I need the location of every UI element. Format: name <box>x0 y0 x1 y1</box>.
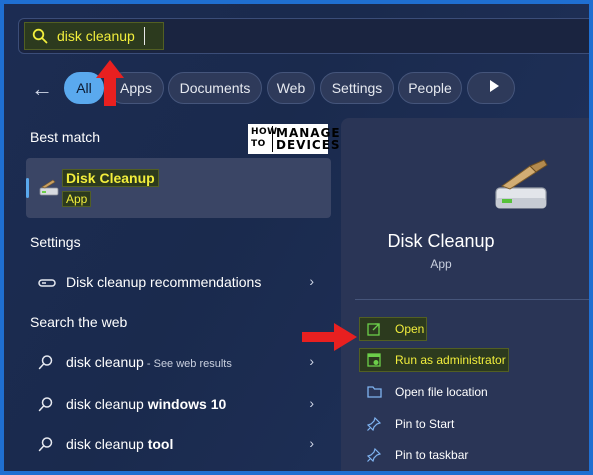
run-as-administrator-label: Run as administrator <box>395 353 506 367</box>
open-action[interactable]: Open <box>359 317 427 341</box>
watermark-text: HOW <box>251 127 278 137</box>
result-text: disk cleanup <box>66 396 148 412</box>
web-heading: Search the web <box>30 314 128 330</box>
watermark-divider <box>272 126 273 152</box>
text-caret <box>144 27 145 45</box>
result-text-rest: recommendations <box>146 274 262 290</box>
result-text: disk cleanup <box>66 354 144 370</box>
annotation-arrow-right <box>302 323 357 351</box>
chevron-right-icon[interactable]: › <box>309 435 314 451</box>
search-icon <box>38 397 53 412</box>
pin-to-taskbar-action[interactable]: Pin to taskbar <box>359 443 559 467</box>
selection-indicator <box>26 178 29 198</box>
result-text: disk cleanup <box>66 436 148 452</box>
web-result[interactable]: disk cleanup windows 10 › <box>34 390 324 420</box>
pin-icon <box>367 448 381 462</box>
open-file-location-label: Open file location <box>395 385 488 399</box>
preview-app-name: Disk Cleanup <box>387 231 495 251</box>
web-result-label: disk cleanup - See web results <box>66 354 232 370</box>
chevron-right-icon[interactable]: › <box>309 273 314 289</box>
disk-cleanup-icon <box>495 159 548 209</box>
more-options-icon[interactable]: ⋮ <box>584 78 589 99</box>
divider <box>355 299 589 300</box>
start-search-window: disk cleanup ← All Apps Documents Web Se… <box>0 0 593 475</box>
admin-shield-icon <box>367 353 381 367</box>
result-text: Disk cleanup <box>66 274 147 290</box>
search-input[interactable]: disk cleanup <box>57 28 135 44</box>
best-match-subtitle: App <box>62 191 92 207</box>
annotation-arrow-up <box>96 60 124 106</box>
open-file-location-action[interactable]: Open file location <box>359 380 559 404</box>
tab-documents[interactable]: Documents <box>168 72 262 104</box>
result-text-bold: windows 10 <box>147 396 227 412</box>
result-text-bold: tool <box>147 436 174 452</box>
watermark-text: DEVICES <box>276 138 341 152</box>
disk-cleanup-icon <box>39 179 59 196</box>
tab-people[interactable]: People <box>398 72 462 104</box>
chevron-right-icon[interactable]: › <box>309 353 314 369</box>
watermark-logo: HOW TO MANAGE DEVICES <box>248 124 340 154</box>
search-icon <box>38 355 53 370</box>
settings-result-label: Disk cleanup recommendations <box>66 274 261 290</box>
pin-to-start-label: Pin to Start <box>395 417 455 431</box>
chevron-right-icon[interactable]: › <box>309 395 314 411</box>
watermark-text: TO <box>251 139 266 149</box>
result-hint: - See web results <box>143 358 232 370</box>
open-label: Open <box>395 322 425 336</box>
run-as-administrator-action[interactable]: Run as administrator <box>359 348 509 372</box>
search-icon <box>32 28 48 44</box>
play-icon[interactable] <box>490 80 499 92</box>
web-result[interactable]: disk cleanup tool › <box>34 430 324 460</box>
best-match-heading: Best match <box>30 129 101 145</box>
open-external-icon <box>367 323 380 336</box>
best-match-result[interactable]: Disk Cleanup App <box>26 158 331 218</box>
pin-to-start-action[interactable]: Pin to Start <box>359 412 559 436</box>
folder-icon <box>367 386 382 398</box>
tab-web[interactable]: Web <box>267 72 315 104</box>
tab-settings[interactable]: Settings <box>320 72 394 104</box>
settings-heading: Settings <box>30 234 81 250</box>
web-result-label: disk cleanup windows 10 <box>66 396 226 412</box>
web-result-label: disk cleanup tool <box>66 436 173 452</box>
pin-to-taskbar-label: Pin to taskbar <box>395 448 469 462</box>
web-result[interactable]: disk cleanup - See web results › <box>34 348 324 378</box>
pin-icon <box>367 417 381 431</box>
settings-result-disk-cleanup-recommendations[interactable]: Disk cleanup recommendations › <box>34 268 324 298</box>
search-bar[interactable]: disk cleanup <box>18 18 589 54</box>
best-match-title: Disk Cleanup <box>62 169 159 187</box>
back-arrow-icon[interactable]: ← <box>31 76 53 102</box>
preview-panel: Disk Cleanup App Open Run as administrat… <box>341 118 589 471</box>
preview-app-type: App <box>430 257 452 271</box>
storage-icon <box>38 279 56 287</box>
search-icon <box>38 437 53 452</box>
